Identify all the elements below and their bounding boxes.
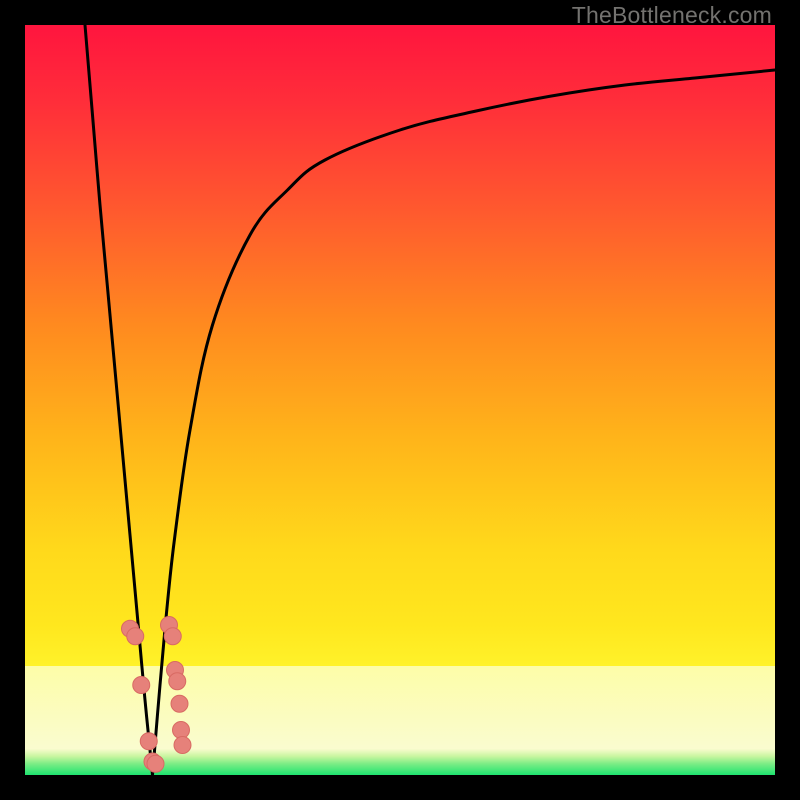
right-dot xyxy=(174,737,191,754)
left-dot xyxy=(140,733,157,750)
chart-frame: TheBottleneck.com xyxy=(0,0,800,800)
right-dot xyxy=(171,695,188,712)
right-dot xyxy=(173,722,190,739)
left-dot xyxy=(147,755,164,772)
plot-area xyxy=(25,25,775,775)
left-dot xyxy=(133,677,150,694)
watermark-text: TheBottleneck.com xyxy=(572,2,772,29)
right-dot xyxy=(164,628,181,645)
left-dot xyxy=(127,628,144,645)
curve-right-branch xyxy=(153,70,776,775)
curve-left-branch xyxy=(85,25,153,775)
chart-curves xyxy=(25,25,775,775)
right-dot xyxy=(169,673,186,690)
